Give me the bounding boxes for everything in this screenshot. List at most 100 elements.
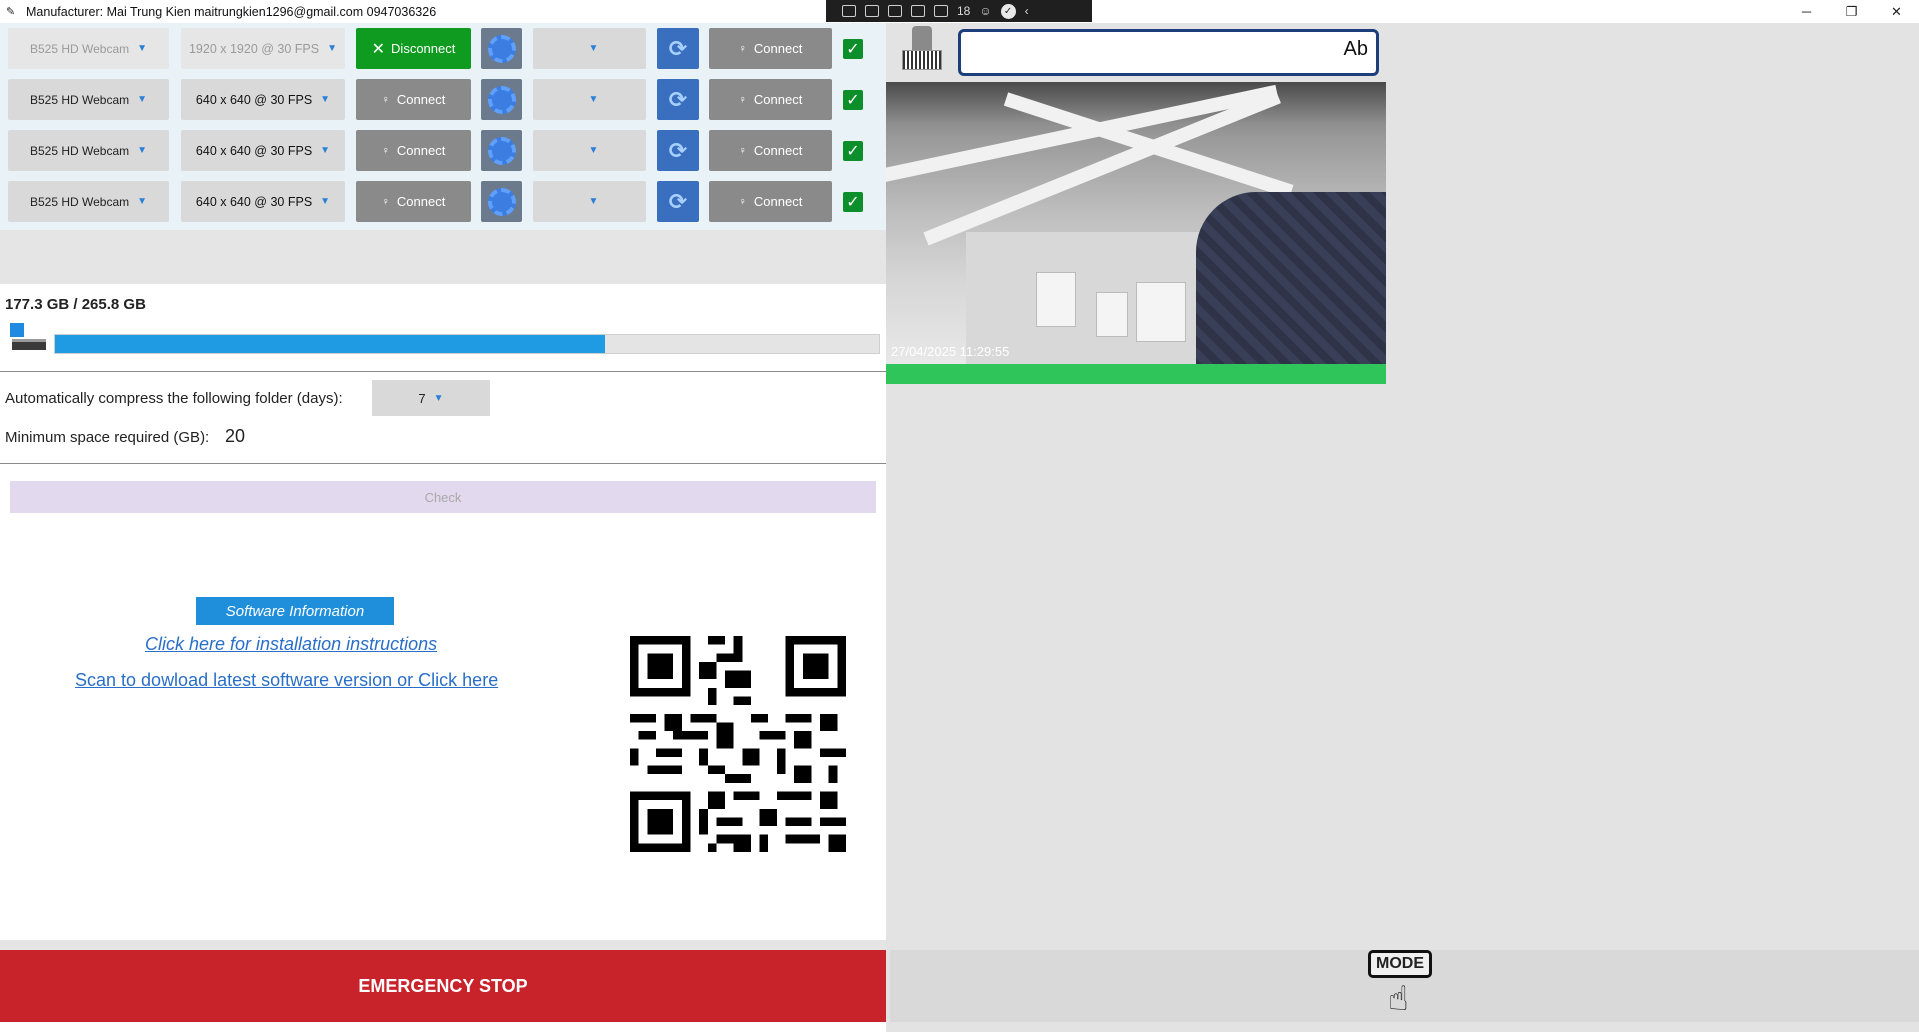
chevron-down-icon: ▼ <box>137 145 148 156</box>
connect-label: Connect <box>396 194 446 209</box>
connect-button[interactable]: ♀ Connect <box>709 130 832 171</box>
restore-button[interactable]: ❐ <box>1829 0 1874 23</box>
gear-icon <box>487 136 516 165</box>
frame-icon[interactable] <box>911 5 925 17</box>
minimize-button[interactable]: ─ <box>1784 0 1829 23</box>
refresh-icon: ⟳ <box>668 86 688 112</box>
resolution-select[interactable]: 640 x 640 @ 30 FPS ▼ <box>181 130 345 171</box>
task-view-icon[interactable] <box>842 5 856 17</box>
resolution-select[interactable]: 640 x 640 @ 30 FPS ▼ <box>181 79 345 120</box>
check-circle-icon[interactable]: ✓ <box>1000 3 1016 19</box>
camera-row: B525 HD Webcam ▼ 1920 x 1920 @ 30 FPS ▼ ✕ D… <box>0 28 886 79</box>
camera-select-label: B525 HD Webcam <box>29 41 130 56</box>
qr-code <box>630 636 846 852</box>
chevron-down-icon: ▼ <box>320 196 331 207</box>
mode-icon[interactable]: MODE ☝ <box>1368 950 1434 1022</box>
enable-checkbox[interactable]: ✓ <box>843 90 863 110</box>
connect-label: Connect <box>753 41 803 56</box>
refresh-icon: ⟳ <box>668 188 688 214</box>
chevron-down-icon: ▼ <box>588 94 599 105</box>
mode-label: MODE <box>1368 950 1432 978</box>
bulb-icon: ♀ <box>738 93 747 106</box>
connect-button[interactable]: ♀ Connect <box>709 28 832 69</box>
app-icon: ✎ <box>6 5 16 18</box>
camera-select[interactable]: B525 HD Webcam ▼ <box>8 181 169 222</box>
connect-button[interactable]: ♀ Connect <box>356 130 471 171</box>
emergency-stop-button[interactable]: EMERGENCY STOP <box>0 950 886 1022</box>
compress-days-value: 7 <box>418 390 426 406</box>
bulb-icon: ♀ <box>738 144 747 157</box>
compress-label: Automatically compress the following fol… <box>5 390 343 407</box>
download-link[interactable]: Scan to dowload latest software version … <box>75 670 498 691</box>
close-button[interactable]: ✕ <box>1874 0 1919 23</box>
accessibility-icon[interactable]: ☺ <box>979 4 991 18</box>
settings-button[interactable] <box>481 28 522 69</box>
refresh-button[interactable]: ⟳ <box>657 130 699 171</box>
refresh-button[interactable]: ⟳ <box>657 181 699 222</box>
gear-icon <box>487 34 516 63</box>
bulb-icon: ♀ <box>738 42 747 55</box>
disk-usage-text: 177.3 GB / 265.8 GB <box>5 296 146 313</box>
camera-row: B525 HD Webcam ▼ 640 x 640 @ 30 FPS ▼ ♀ Con… <box>0 79 886 130</box>
refresh-button[interactable]: ⟳ <box>657 79 699 120</box>
camera-status-bar <box>886 364 1386 384</box>
settings-button[interactable] <box>481 181 522 222</box>
settings-button[interactable] <box>481 130 522 171</box>
bulb-icon: ♀ <box>381 195 390 208</box>
keyboard-input-icon[interactable]: Ab <box>1344 38 1368 61</box>
camera-select-label: B525 HD Webcam <box>29 194 130 209</box>
software-info-button[interactable]: Software Information <box>196 597 394 625</box>
resolution-select[interactable]: 640 x 640 @ 30 FPS ▼ <box>181 181 345 222</box>
enable-checkbox[interactable]: ✓ <box>843 141 863 161</box>
min-space-value[interactable]: 20 <box>225 426 245 447</box>
connect-button[interactable]: ♀ Connect <box>356 181 471 222</box>
connect-button[interactable]: ♀ Connect <box>709 181 832 222</box>
drive-icon <box>10 323 48 353</box>
camera-select[interactable]: B525 HD Webcam ▼ <box>8 130 169 171</box>
camera-select-label: B525 HD Webcam <box>29 92 130 107</box>
connect-label: Connect <box>753 194 803 209</box>
camera-icon[interactable] <box>865 5 879 17</box>
barcode-input-box: Ab <box>958 29 1379 76</box>
barcode-scanner-icon <box>898 26 946 76</box>
camera-select[interactable]: B525 HD Webcam ▼ <box>8 79 169 120</box>
barcode-input[interactable] <box>965 36 1335 70</box>
device-select[interactable]: ▼ <box>533 181 646 222</box>
camera-select[interactable]: B525 HD Webcam ▼ <box>8 28 169 69</box>
settings-button[interactable] <box>481 79 522 120</box>
window-controls: ─ ❐ ✕ <box>1784 0 1919 23</box>
hand-pointer-icon: ☝ <box>1388 980 1409 1018</box>
connect-button[interactable]: ♀ Connect <box>356 79 471 120</box>
enable-checkbox[interactable]: ✓ <box>843 39 863 59</box>
collapse-icon[interactable]: ‹ <box>1025 4 1029 18</box>
divider <box>0 463 886 464</box>
video-timestamp: 27/04/2025 11:29:55 <box>891 344 1010 359</box>
disk-usage-bar <box>54 334 880 354</box>
chevron-down-icon: ▼ <box>320 145 331 156</box>
record-count[interactable]: 18 <box>957 4 970 18</box>
disconnect-button[interactable]: ✕ Disconnect <box>356 28 471 69</box>
screen-icon[interactable] <box>934 5 948 17</box>
resolution-select-label: 640 x 640 @ 30 FPS <box>195 194 313 209</box>
chevron-down-icon: ▼ <box>137 196 148 207</box>
connect-label: Connect <box>396 92 446 107</box>
enable-checkbox[interactable]: ✓ <box>843 192 863 212</box>
camera-row: B525 HD Webcam ▼ 640 x 640 @ 30 FPS ▼ ♀ Con… <box>0 130 886 181</box>
refresh-icon: ⟳ <box>668 137 688 163</box>
gear-icon <box>487 85 516 114</box>
device-select[interactable]: ▼ <box>533 28 646 69</box>
camera-preview: 27/04/2025 11:29:55 <box>886 82 1386 364</box>
close-icon: ✕ <box>371 40 386 58</box>
refresh-button[interactable]: ⟳ <box>657 28 699 69</box>
device-select[interactable]: ▼ <box>533 130 646 171</box>
compress-days-select[interactable]: 7 ▼ <box>372 380 490 416</box>
connect-label: Connect <box>753 92 803 107</box>
device-select[interactable]: ▼ <box>533 79 646 120</box>
resolution-select[interactable]: 1920 x 1920 @ 30 FPS ▼ <box>181 28 345 69</box>
installation-link[interactable]: Click here for installation instructions <box>145 634 437 655</box>
divider-band <box>0 940 886 950</box>
pointer-icon[interactable] <box>888 5 902 17</box>
connect-label: Connect <box>396 143 446 158</box>
check-button[interactable]: Check <box>10 481 876 513</box>
connect-button[interactable]: ♀ Connect <box>709 79 832 120</box>
